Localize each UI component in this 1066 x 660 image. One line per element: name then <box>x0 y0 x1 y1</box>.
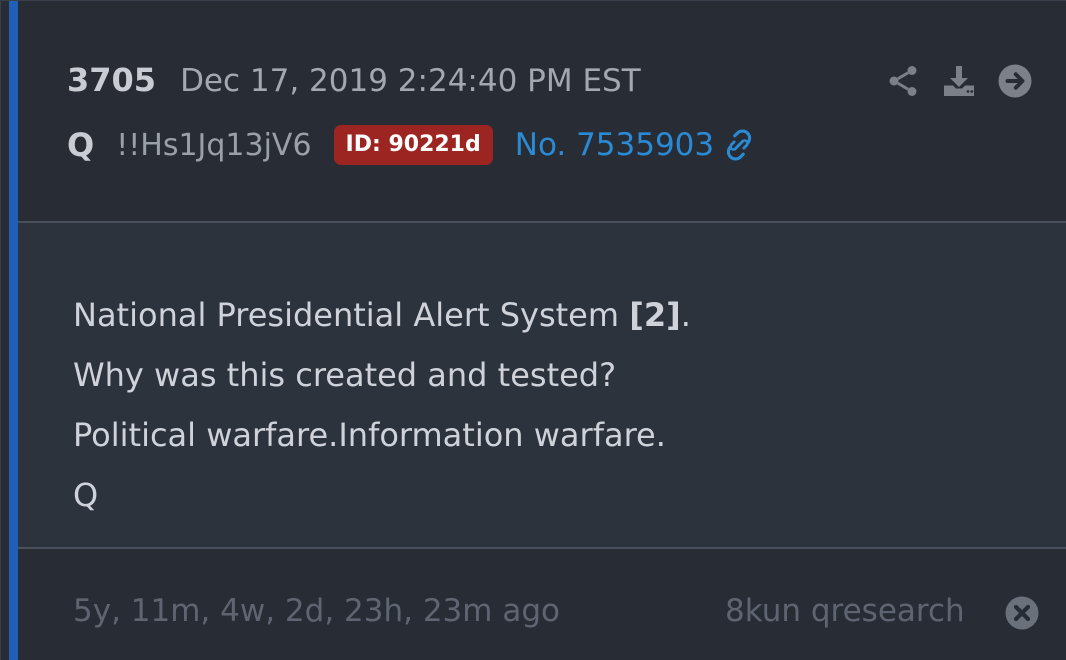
id-badge: ID: 90221d <box>333 125 493 165</box>
tripcode: !!Hs1Jq13jV6 <box>116 127 312 163</box>
message-line-1-end: . <box>680 296 691 334</box>
author-name: Q <box>67 126 95 164</box>
arrow-right-circle-icon[interactable] <box>997 63 1033 99</box>
accent-bar <box>9 1 18 660</box>
message-line-4: Q <box>73 476 99 514</box>
post-link-label[interactable]: No. 7535903 <box>515 127 714 163</box>
post-header <box>18 1 1066 221</box>
post-number: 3705 <box>67 61 157 99</box>
close-icon[interactable] <box>1004 595 1040 631</box>
post-meta-row: 3705 Dec 17, 2019 2:24:40 PM EST <box>67 61 641 105</box>
post-source: 8kun qresearch <box>725 593 965 629</box>
post-message: National Presidential Alert System [2]. … <box>73 285 691 525</box>
post-timestamp: Dec 17, 2019 2:24:40 PM EST <box>180 63 641 99</box>
post-card: 3705 Dec 17, 2019 2:24:40 PM EST Q !!Hs1… <box>0 0 1066 660</box>
post-number-link[interactable]: No. 7535903 <box>515 127 756 163</box>
post-actions <box>885 63 1053 99</box>
message-line-1: National Presidential Alert System [2]. <box>73 285 691 345</box>
reference-link[interactable]: [2] <box>629 296 681 334</box>
download-icon[interactable] <box>941 63 977 99</box>
share-icon[interactable] <box>885 63 921 99</box>
message-line-1-text: National Presidential Alert System <box>73 296 630 334</box>
message-line-3: Political warfare.Information warfare. <box>73 416 666 454</box>
link-icon[interactable] <box>722 128 756 162</box>
post-age: 5y, 11m, 4w, 2d, 23h, 23m ago <box>73 593 560 629</box>
post-author-row: Q !!Hs1Jq13jV6 ID: 90221d No. 7535903 <box>67 121 756 169</box>
message-line-2: Why was this created and tested? <box>73 356 617 394</box>
